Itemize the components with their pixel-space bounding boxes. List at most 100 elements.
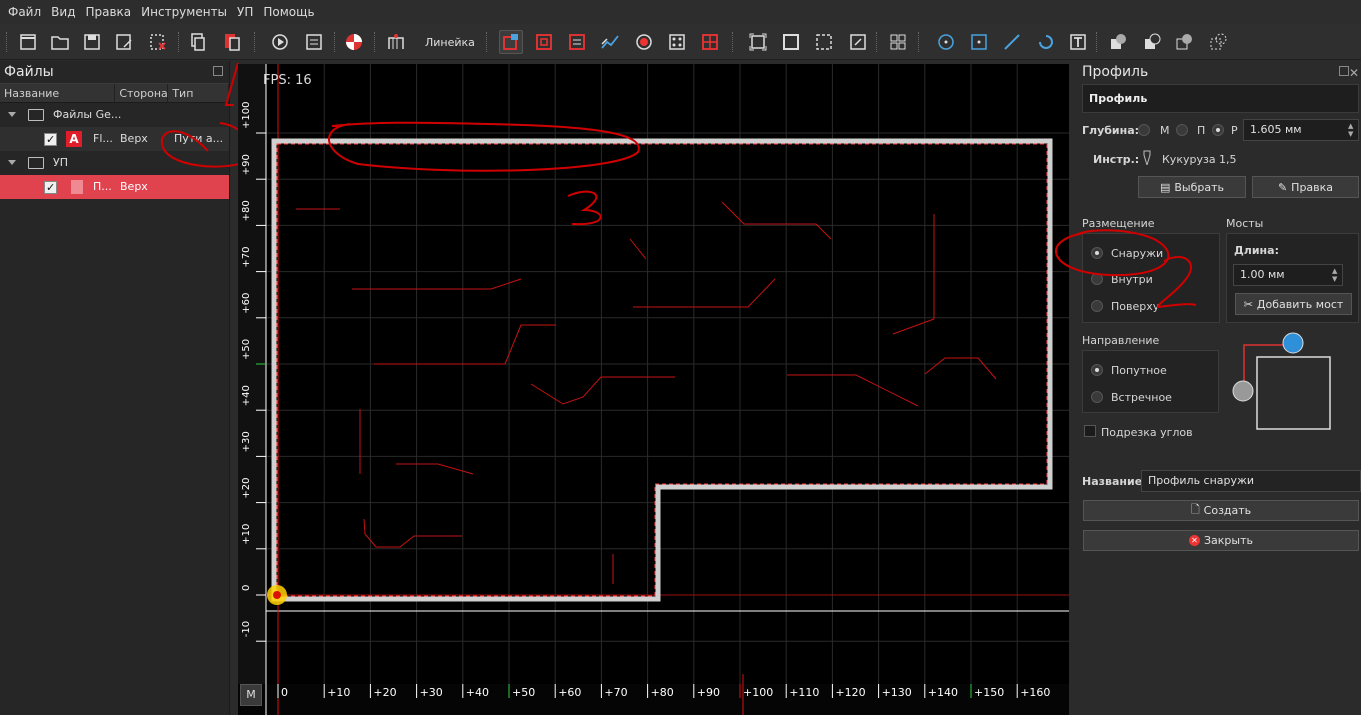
create-icon: 🗋 [1190, 503, 1200, 516]
close-file-icon[interactable] [146, 30, 170, 54]
origin-icon[interactable] [342, 30, 366, 54]
board-select-icon[interactable] [499, 30, 523, 54]
files-panel-title-text: Файлы [4, 64, 54, 80]
spinner-arrows-icon[interactable]: ▲ ▼ [1348, 122, 1356, 138]
profile-tool-icon[interactable] [565, 30, 589, 54]
expand-arrow-icon[interactable] [8, 112, 16, 117]
line-icon[interactable] [1000, 30, 1024, 54]
drill-icon[interactable] [632, 30, 656, 54]
annotation-3 [328, 121, 640, 226]
corner-trim-label[interactable]: Подрезка углов [1101, 426, 1193, 439]
x-tick-label: +70 [604, 686, 627, 699]
xor-icon[interactable] [1206, 30, 1230, 54]
array-icon[interactable] [886, 30, 910, 54]
thermal-icon[interactable] [698, 30, 722, 54]
arc-icon[interactable] [1034, 30, 1058, 54]
new-file-icon[interactable] [16, 30, 40, 54]
menu-help[interactable]: Помощь [263, 5, 314, 19]
toolbar-grip [6, 32, 9, 52]
text-icon[interactable] [1066, 30, 1090, 54]
folder-icon [28, 109, 44, 121]
path-icon[interactable] [598, 30, 622, 54]
depth-option-m[interactable]: М [1160, 124, 1170, 137]
copy-icon[interactable] [186, 30, 210, 54]
grid-icon[interactable] [384, 30, 408, 54]
direction-radio-climb[interactable] [1091, 364, 1103, 376]
profile-panel: Профиль ✕ Профиль Глубина: М П Р 1.605 м… [1055, 61, 1361, 715]
tree-row-label: Fl... [93, 132, 113, 145]
union-icon[interactable] [1106, 30, 1130, 54]
tree-row-side: Верх [120, 180, 148, 193]
bridges-label: Мосты [1226, 217, 1264, 230]
depth-label: Глубина: [1082, 124, 1140, 137]
fit-icon[interactable] [746, 30, 770, 54]
tree-row-label: П... [93, 180, 112, 193]
undock-icon[interactable] [1339, 66, 1349, 76]
save-icon[interactable] [80, 30, 104, 54]
ruler-label[interactable]: Линейка [425, 36, 475, 49]
profile-file-icon [71, 180, 83, 194]
add-bridge-button[interactable]: ✂ Добавить мост [1235, 293, 1352, 315]
x-tick-label: +50 [512, 686, 535, 699]
mirror-button[interactable]: M [240, 684, 262, 706]
depth-option-p[interactable]: П [1197, 124, 1205, 137]
depth-radio-p[interactable] [1176, 124, 1188, 136]
intersect-icon[interactable] [1172, 30, 1196, 54]
save-as-icon[interactable] [112, 30, 136, 54]
corner-trim-checkbox[interactable] [1084, 425, 1096, 437]
list-icon: ▤ [1159, 180, 1171, 194]
menu-view[interactable]: Вид [51, 5, 75, 19]
board-canvas[interactable]: 0 +10 +20 +30 +40 +50 +60 +70 +80 +90 +100 -10 0 +10… [238, 64, 1069, 715]
properties-icon[interactable] [302, 30, 326, 54]
dots-icon[interactable] [665, 30, 689, 54]
menu-edit[interactable]: Правка [85, 5, 131, 19]
y-tick-label: +50 [241, 339, 252, 360]
depth-radio-r[interactable] [1212, 124, 1224, 136]
menu-cnc[interactable]: УП [237, 5, 253, 19]
bridge-length-input[interactable]: 1.00 мм ▲ ▼ [1233, 264, 1343, 286]
zoom-board-icon[interactable] [779, 30, 803, 54]
edit-tool-button[interactable]: ✎ Правка [1252, 176, 1359, 198]
x-tick-label: +20 [373, 686, 396, 699]
point-icon[interactable] [934, 30, 958, 54]
direction-option-climb[interactable]: Попутное [1111, 364, 1167, 377]
paste-icon[interactable] [220, 30, 244, 54]
open-folder-icon[interactable] [48, 30, 72, 54]
y-tick-label: +70 [241, 246, 252, 267]
expand-arrow-icon[interactable] [8, 160, 16, 165]
bridge-length-label: Длина: [1234, 244, 1279, 257]
canvas-view[interactable]: 0 +10 +20 +30 +40 +50 +60 +70 +80 +90 +100 -10 0 +10… [238, 64, 1069, 715]
visibility-checkbox[interactable] [44, 176, 57, 200]
subtract-icon[interactable] [1140, 30, 1164, 54]
direction-option-conventional[interactable]: Встречное [1111, 391, 1172, 404]
direction-radio-conventional[interactable] [1091, 391, 1103, 403]
zoom-selection-icon[interactable] [812, 30, 836, 54]
create-button[interactable]: 🗋 Создать [1083, 500, 1359, 521]
direction-group: Попутное Встречное [1082, 350, 1219, 413]
menu-file[interactable]: Файл [8, 5, 41, 19]
zoom-in-icon[interactable] [846, 30, 870, 54]
column-name[interactable]: Название [0, 84, 116, 102]
profile-header: Профиль [1082, 84, 1359, 113]
depth-option-r[interactable]: Р [1231, 124, 1238, 137]
depth-input[interactable]: 1.605 мм ▲ ▼ [1243, 119, 1359, 141]
select-tool-button[interactable]: ▤ Выбрать [1138, 176, 1246, 198]
y-tick-label: +10 [241, 524, 252, 545]
pocket-icon[interactable] [532, 30, 556, 54]
rect-icon[interactable] [967, 30, 991, 54]
visibility-checkbox[interactable] [44, 128, 57, 152]
files-panel: Файлы Название Сторона Тип Файлы Ge... A… [0, 61, 240, 715]
bridges-group: Длина: 1.00 мм ▲ ▼ ✂ Добавить мост [1226, 233, 1359, 323]
y-tick-label: 0 [241, 585, 252, 591]
close-icon[interactable]: ✕ [1349, 62, 1359, 84]
spinner-arrows-icon[interactable]: ▲ ▼ [1332, 267, 1340, 283]
name-input[interactable]: Профиль снаружи [1141, 470, 1361, 492]
depth-radio-m[interactable] [1138, 124, 1150, 136]
profile-header-text: Профиль [1089, 92, 1148, 105]
run-icon[interactable] [268, 30, 292, 54]
profile-panel-title: Профиль ✕ [1076, 61, 1361, 83]
tree-row-label: УП [53, 156, 68, 169]
menu-tools[interactable]: Инструменты [141, 5, 227, 19]
y-tick-label: +40 [241, 385, 252, 406]
close-button[interactable]: ✕ Закрыть [1083, 530, 1359, 551]
